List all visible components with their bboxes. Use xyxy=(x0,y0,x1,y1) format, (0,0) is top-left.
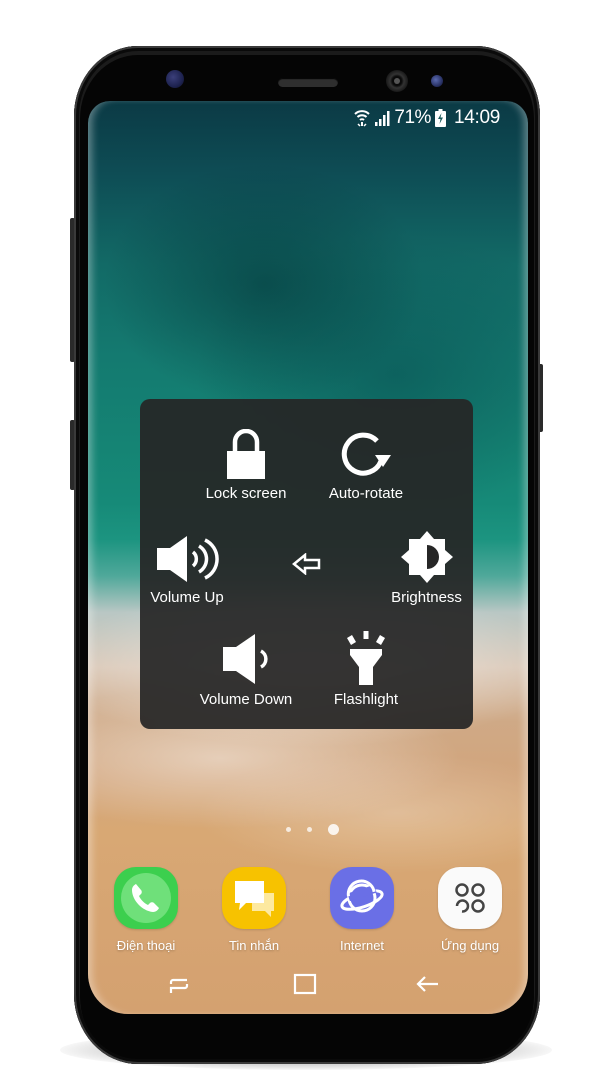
menu-item-auto-rotate[interactable]: Auto-rotate xyxy=(316,423,416,502)
internet-icon xyxy=(330,867,394,929)
dock-app-phone[interactable]: Điện thoại xyxy=(100,867,192,959)
menu-item-label: Volume Down xyxy=(199,691,293,708)
dock-app-apps[interactable]: Ứng dụng xyxy=(424,867,516,959)
dock: Điện thoại Tin nhắn Internet Ứng dụng xyxy=(100,867,516,959)
menu-item-label: Flashlight xyxy=(333,691,399,708)
menu-item-label: Brightness xyxy=(391,589,462,606)
status-bar: 71% 14:09 xyxy=(354,107,500,129)
back-button[interactable] xyxy=(412,971,442,997)
dock-app-messages[interactable]: Tin nhắn xyxy=(208,867,300,959)
battery-percent: 71% xyxy=(394,107,431,128)
page-dot[interactable] xyxy=(306,827,312,832)
app-label: Internet xyxy=(339,938,385,953)
brightness-icon xyxy=(400,527,453,583)
wifi-icon xyxy=(354,108,371,128)
battery-charging-icon xyxy=(434,109,446,127)
app-label: Tin nhắn xyxy=(228,938,280,953)
app-label: Ứng dụng xyxy=(440,938,500,953)
messages-icon xyxy=(222,867,286,929)
home-screen: 71% 14:09 Lock screen Auto-rotate Volume… xyxy=(88,101,528,1014)
flashlight-icon xyxy=(343,629,389,685)
assistive-touch-menu: Lock screen Auto-rotate Volume Up Bright… xyxy=(140,399,473,729)
page-dot[interactable] xyxy=(285,827,291,832)
volume-up-icon xyxy=(155,527,219,583)
apps-icon xyxy=(438,867,502,929)
home-button[interactable] xyxy=(290,971,320,997)
menu-item-flashlight[interactable]: Flashlight xyxy=(316,629,416,708)
clock: 14:09 xyxy=(453,107,500,128)
home-icon xyxy=(293,973,317,995)
back-arrow-icon[interactable] xyxy=(290,551,324,577)
cellular-signal-icon xyxy=(374,109,390,127)
app-label: Điện thoại xyxy=(116,938,176,953)
menu-item-volume-down[interactable]: Volume Down xyxy=(196,629,296,708)
back-icon xyxy=(416,976,438,992)
recent-apps-icon xyxy=(169,978,189,993)
menu-item-label: Volume Up xyxy=(150,589,224,606)
iris-sensor xyxy=(431,75,443,87)
menu-item-label: Auto-rotate xyxy=(328,485,404,502)
lock-icon xyxy=(226,423,266,479)
proximity-sensor xyxy=(166,70,184,88)
front-camera xyxy=(386,70,408,92)
phone-icon xyxy=(114,867,178,929)
menu-item-volume-up[interactable]: Volume Up xyxy=(140,527,234,606)
dock-app-internet[interactable]: Internet xyxy=(316,867,408,959)
navigation-bar xyxy=(88,967,528,1001)
rotate-icon xyxy=(339,423,393,479)
volume-down-icon xyxy=(221,629,271,685)
earpiece-speaker xyxy=(278,78,338,87)
recent-apps-button[interactable] xyxy=(164,971,194,997)
page-indicator xyxy=(88,824,528,835)
menu-item-brightness[interactable]: Brightness xyxy=(380,527,473,606)
page-dot-active[interactable] xyxy=(327,824,339,835)
menu-item-lock-screen[interactable]: Lock screen xyxy=(196,423,296,502)
menu-item-label: Lock screen xyxy=(205,485,287,502)
